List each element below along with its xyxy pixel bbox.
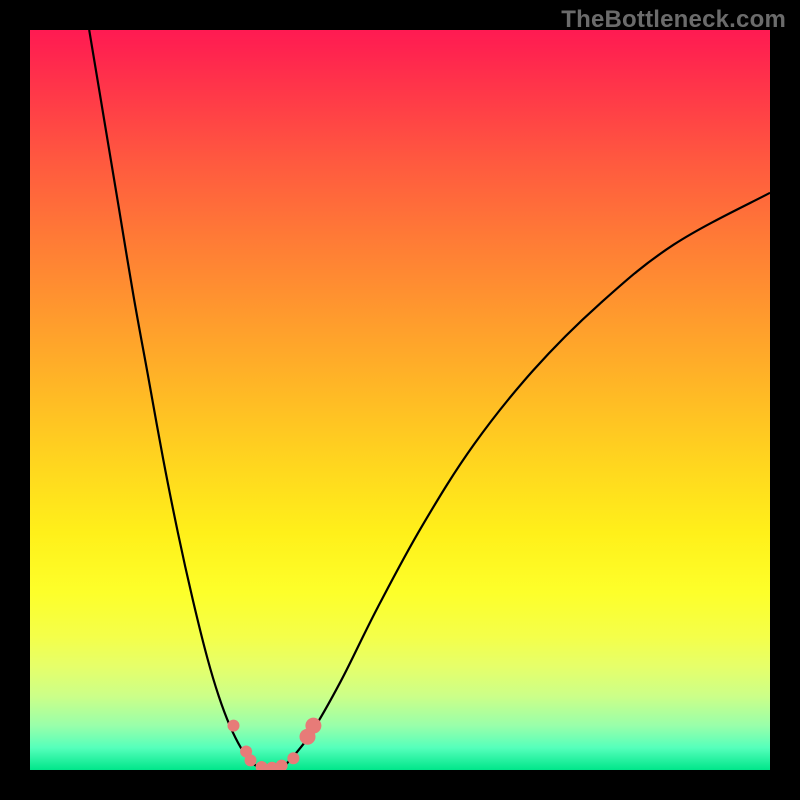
curve-path <box>89 30 770 769</box>
data-marker <box>276 760 288 770</box>
data-marker <box>228 720 240 732</box>
watermark-text: TheBottleneck.com <box>561 6 786 34</box>
data-marker <box>256 761 268 770</box>
data-marker <box>305 718 321 734</box>
bottleneck-curve <box>30 30 770 770</box>
plot-area <box>30 30 770 770</box>
marker-group <box>228 718 322 770</box>
data-marker <box>287 752 299 764</box>
chart-frame: TheBottleneck.com <box>0 0 800 800</box>
data-marker <box>245 754 257 766</box>
